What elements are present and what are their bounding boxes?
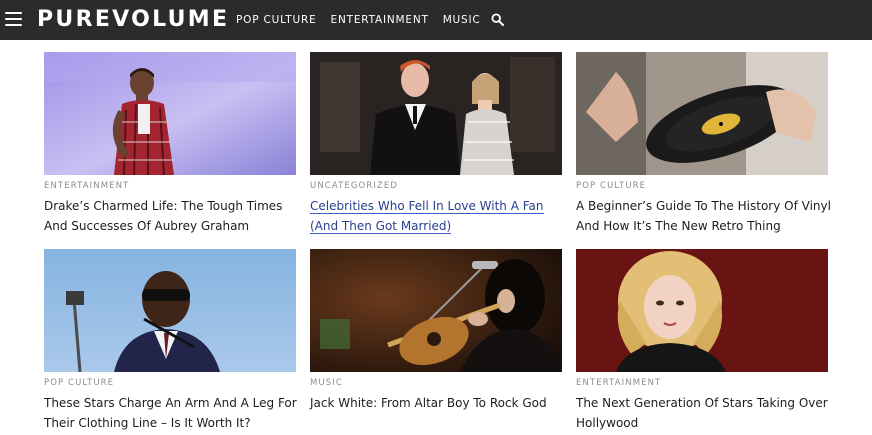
article-title[interactable]: These Stars Charge An Arm And A Leg For … [44,393,300,433]
hamburger-menu-icon[interactable] [5,12,22,28]
article-thumbnail[interactable] [44,249,296,372]
nav-link-entertainment[interactable]: ENTERTAINMENT [331,0,429,40]
site-logo[interactable]: PUREVOLUME [37,6,229,34]
article-title[interactable]: Celebrities Who Fell In Love With A Fan … [310,196,566,236]
nav-link-music[interactable]: MUSIC [443,0,481,40]
diddy-photo [44,249,296,372]
article-category[interactable]: ENTERTAINMENT [44,181,129,191]
nav-link-pop-culture[interactable]: POP CULTURE [236,0,317,40]
julia-garner-photo [576,249,828,372]
article-title[interactable]: Drake’s Charmed Life: The Tough Times An… [44,196,300,236]
article-category[interactable]: MUSIC [310,378,343,388]
article-thumbnail[interactable] [576,249,828,372]
drake-photo [44,52,296,175]
vinyl-record-photo [576,52,828,175]
celebrity-couple-photo [310,52,562,175]
article-thumbnail[interactable] [44,52,296,175]
article-category[interactable]: UNCATEGORIZED [310,181,398,191]
article-category[interactable]: POP CULTURE [44,378,114,388]
jack-white-photo [310,249,562,372]
article-category[interactable]: POP CULTURE [576,181,646,191]
article-thumbnail[interactable] [310,52,562,175]
article-title[interactable]: A Beginner’s Guide To The History Of Vin… [576,196,832,236]
search-icon[interactable] [491,13,504,26]
article-thumbnail[interactable] [310,249,562,372]
article-title[interactable]: Jack White: From Altar Boy To Rock God [310,393,566,413]
main-nav: POP CULTURE ENTERTAINMENT MUSIC [236,0,495,40]
article-title[interactable]: The Next Generation Of Stars Taking Over… [576,393,832,433]
article-category[interactable]: ENTERTAINMENT [576,378,661,388]
article-thumbnail[interactable] [576,52,828,175]
top-navigation-bar: PUREVOLUME POP CULTURE ENTERTAINMENT MUS… [0,0,872,40]
